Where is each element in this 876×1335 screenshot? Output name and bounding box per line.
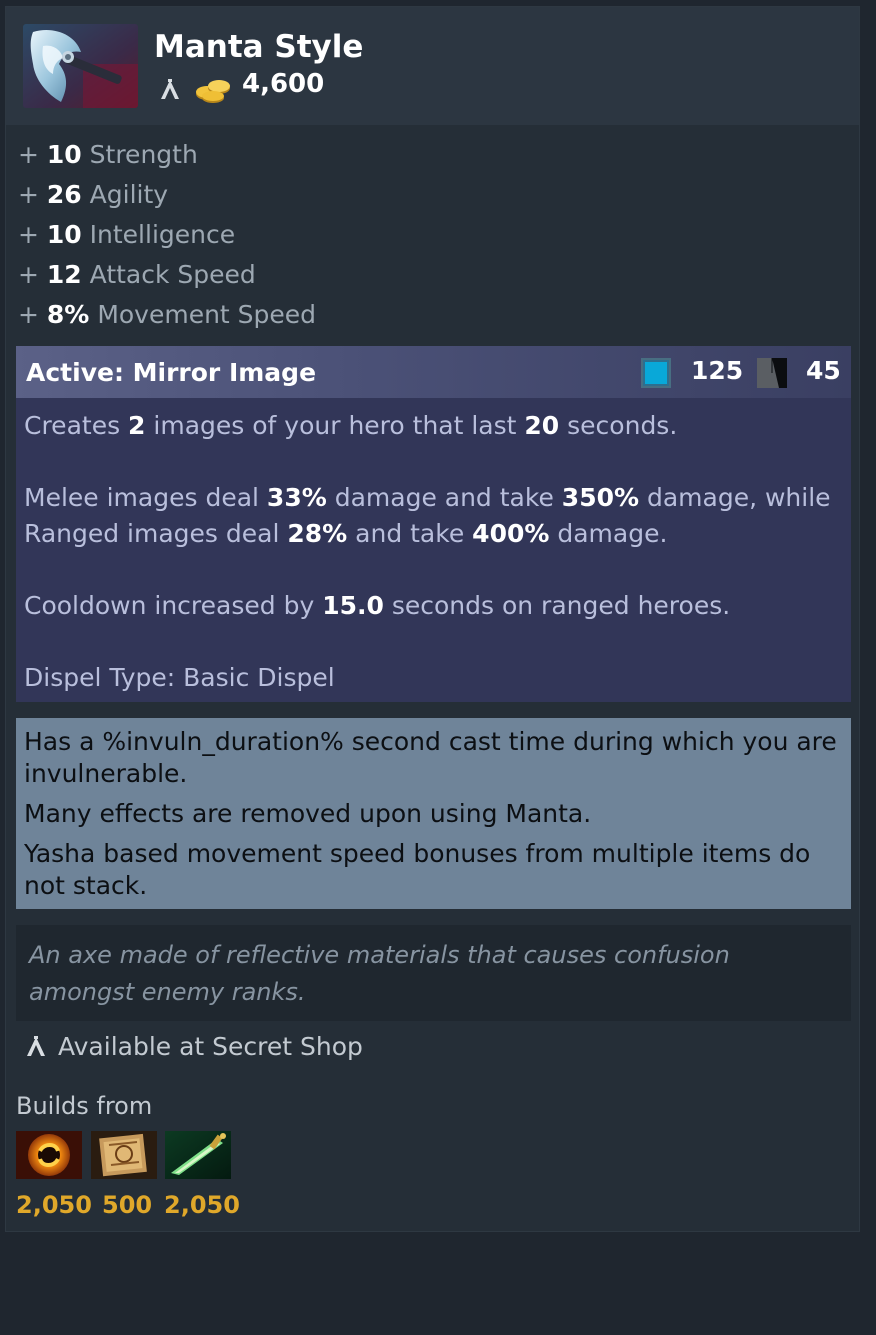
attribute-value: 10: [46, 140, 82, 169]
active-ability-title: Active: Mirror Image: [26, 358, 317, 387]
attribute-value: 12: [46, 260, 82, 289]
text-run: Melee images deal: [24, 483, 267, 512]
highlight-value: 350%: [561, 483, 640, 512]
mana-cost-icon: [641, 358, 671, 388]
highlight-value: 33%: [266, 483, 327, 512]
plus-sign: +: [18, 300, 39, 329]
attribute-label: Attack Speed: [89, 260, 256, 289]
attribute-row: + 12 Attack Speed: [18, 255, 316, 295]
text-run: Cooldown increased by: [24, 591, 323, 620]
attribute-value: 26: [46, 180, 82, 209]
item-cost: 4,600: [242, 69, 325, 99]
text-run: damage, while: [639, 483, 831, 512]
active-ability-panel: Active: Mirror Image 125 45 Creates 2 im…: [16, 346, 851, 702]
attribute-label: Strength: [89, 140, 198, 169]
plus-sign: +: [18, 220, 39, 249]
description-line: Cooldown increased by 15.0 seconds on ra…: [24, 588, 844, 624]
ultimate-orb-blade-icon[interactable]: [165, 1131, 231, 1179]
active-ability-header: Active: Mirror Image 125 45: [16, 346, 851, 398]
attribute-label: Movement Speed: [97, 300, 317, 329]
note-line: Many effects are removed upon using Mant…: [24, 799, 592, 828]
highlight-value: 15.0: [322, 591, 384, 620]
dispel-type: Dispel Type: Basic Dispel: [24, 663, 335, 692]
attribute-row: + 10 Intelligence: [18, 215, 316, 255]
component-price: 500: [102, 1191, 153, 1219]
cooldown-value: 45: [806, 356, 841, 385]
text-run: Ranged images deal: [24, 519, 288, 548]
notes-panel: Has a %invuln_duration% second cast time…: [16, 718, 851, 909]
yasha-orb-icon[interactable]: [16, 1131, 82, 1179]
text-run: images of your hero that last: [145, 411, 525, 440]
item-name: Manta Style: [154, 29, 364, 65]
gold-coins-icon: [193, 74, 233, 108]
plus-sign: +: [18, 260, 39, 289]
plus-sign: +: [18, 180, 39, 209]
attribute-list: + 10 Strength + 26 Agility + 10 Intellig…: [18, 135, 316, 335]
note-line: Yasha based movement speed bonuses from …: [24, 839, 811, 900]
secret-shop-icon: [158, 77, 182, 105]
shop-availability: Available at Secret Shop: [24, 1032, 363, 1061]
active-ability-description: Creates 2 images of your hero that last …: [24, 408, 844, 696]
component-price: 2,050: [16, 1191, 92, 1219]
text-run: seconds on ranged heroes.: [383, 591, 731, 620]
description-line: Creates 2 images of your hero that last …: [24, 408, 844, 444]
description-line: Ranged images deal 28% and take 400% dam…: [24, 516, 844, 552]
secret-shop-icon: [27, 1036, 45, 1056]
highlight-value: 28%: [287, 519, 348, 548]
attribute-value: 10: [46, 220, 82, 249]
attribute-label: Agility: [89, 180, 169, 209]
recipe-scroll-icon[interactable]: [91, 1131, 157, 1179]
note-line: Has a %invuln_duration% second cast time…: [24, 727, 837, 788]
description-line: Melee images deal 33% damage and take 35…: [24, 480, 844, 516]
highlight-value: 20: [524, 411, 560, 440]
attribute-label: Intelligence: [89, 220, 236, 249]
highlight-value: 2: [128, 411, 146, 440]
text-run: Creates: [24, 411, 129, 440]
lore-panel: An axe made of reflective materials that…: [16, 925, 851, 1021]
attribute-row: + 10 Strength: [18, 135, 316, 175]
item-tooltip: Manta Style 4,600 + 10 Strength + 26 Agi…: [5, 6, 860, 1232]
lore-text: An axe made of reflective materials that…: [29, 941, 730, 1006]
highlight-value: 400%: [472, 519, 550, 548]
attribute-value: 8%: [46, 300, 90, 329]
manta-axe-icon: [23, 24, 138, 108]
text-run: damage.: [549, 519, 668, 548]
component-price: 2,050: [164, 1191, 240, 1219]
text-run: and take: [347, 519, 473, 548]
text-run: damage and take: [326, 483, 562, 512]
cooldown-icon: [757, 358, 787, 388]
text-run: seconds.: [559, 411, 678, 440]
attribute-row: + 8% Movement Speed: [18, 295, 316, 335]
builds-from-label: Builds from: [16, 1092, 153, 1120]
attribute-row: + 26 Agility: [18, 175, 316, 215]
shop-label: Available at Secret Shop: [58, 1032, 363, 1061]
tooltip-header: Manta Style 4,600: [6, 7, 859, 125]
mana-cost-value: 125: [691, 356, 744, 385]
plus-sign: +: [18, 140, 39, 169]
